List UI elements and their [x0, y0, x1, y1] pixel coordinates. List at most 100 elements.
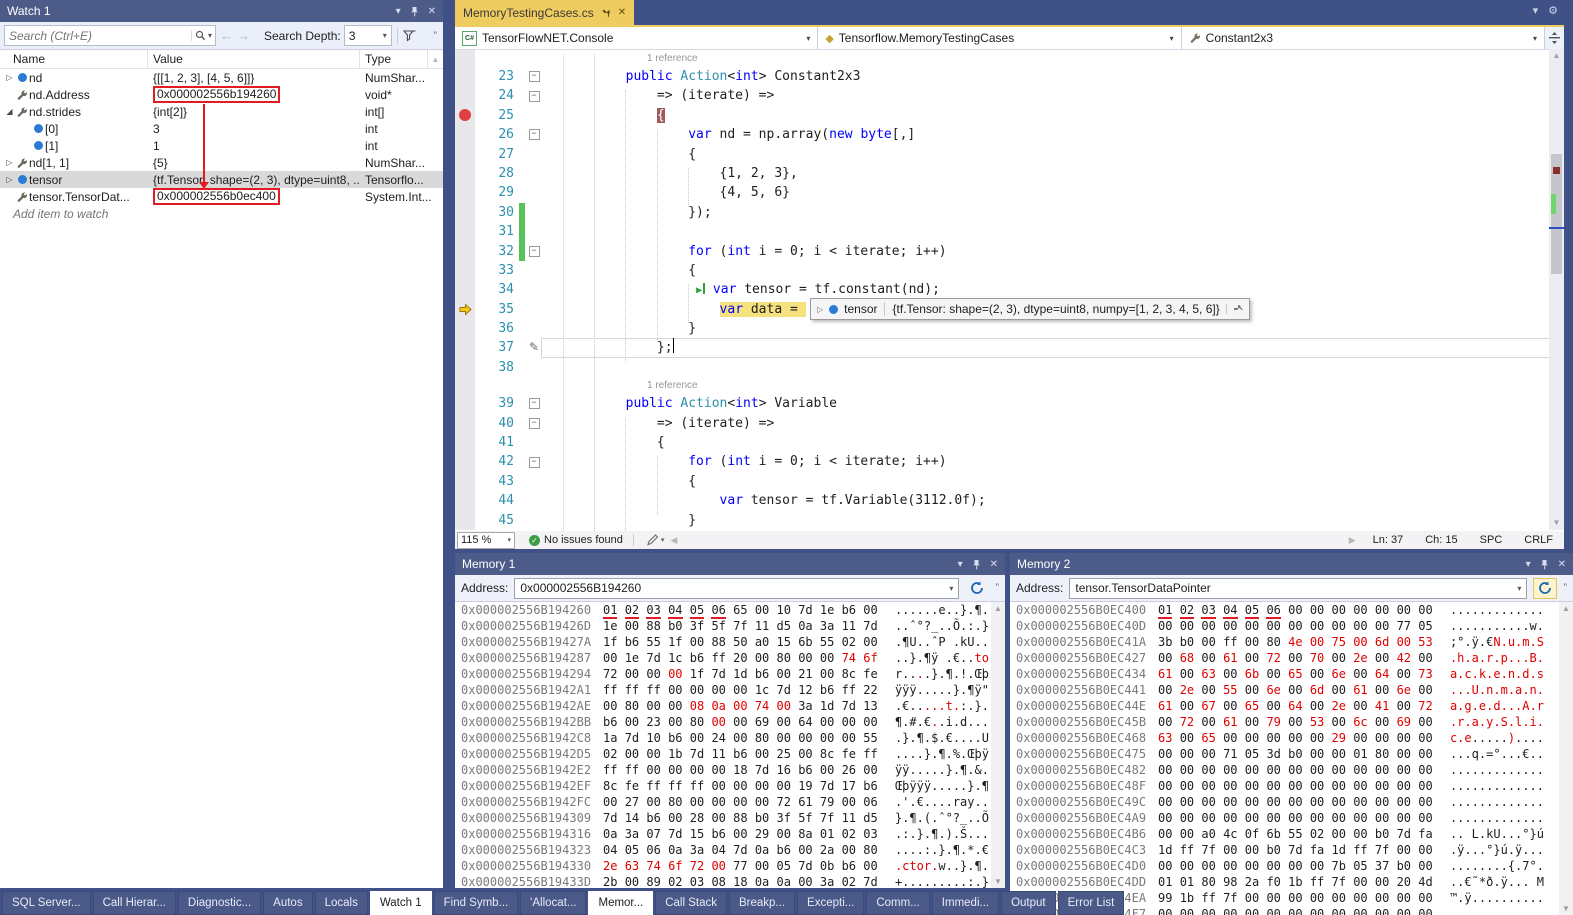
memory-row[interactable]: 0x000002556B1943302e 63 74 6f 72 00 77 0… — [455, 858, 1005, 874]
tab-list-icon[interactable]: ▾ — [1533, 4, 1539, 17]
breakpoint-margin[interactable] — [455, 222, 475, 241]
run-to-click-icon[interactable]: ▶ — [696, 285, 705, 296]
code-line-41[interactable]: 41 { — [455, 433, 1564, 452]
memory-row[interactable]: 0x000002556B1942FC00 27 00 80 00 00 00 0… — [455, 794, 1005, 810]
watch-search-box[interactable]: ▾ — [4, 25, 216, 46]
memory-bytes[interactable]: ff ff 00 00 00 00 18 7d 16 b6 00 26 00 — [603, 762, 885, 778]
memory-bytes[interactable]: 01 01 80 98 2a f0 1b ff 7f 00 00 20 4d — [1158, 874, 1440, 890]
watch-value[interactable]: {tf.Tensor: shape=(2, 3), dtype=uint8, .… — [153, 173, 360, 187]
memory-bytes[interactable]: 00 72 00 61 00 79 00 53 00 6c 00 69 00 — [1158, 714, 1440, 730]
memory1-scrollbar[interactable]: ▲▼ — [991, 602, 1005, 888]
breakpoint-margin[interactable] — [455, 414, 475, 433]
memory-row[interactable]: 0x000002556B19428700 1e 7d 1c b6 ff 20 0… — [455, 650, 1005, 666]
pin-icon[interactable] — [410, 6, 419, 17]
watch-value[interactable]: 0x000002556b0ec400 — [153, 188, 280, 205]
breakpoint-margin[interactable] — [455, 86, 475, 105]
memory-row[interactable]: 0x000002556B0EC44E61 00 67 00 65 00 64 0… — [1010, 698, 1573, 714]
memory-bytes[interactable]: 8c fe ff ff ff 00 00 00 00 19 7d 17 b6 — [603, 778, 885, 794]
expander-icon[interactable]: ▷ — [4, 158, 15, 167]
breakpoint-margin[interactable] — [455, 452, 475, 471]
watch-value[interactable]: {int[2]} — [153, 105, 187, 119]
memory-bytes[interactable]: 72 00 00 00 1f 7d 1d b6 00 21 00 8c fe — [603, 666, 885, 682]
vertical-scrollbar[interactable]: ▲ ▼ — [1549, 49, 1564, 530]
memory-bytes[interactable]: 3b b0 00 ff 00 80 4e 00 75 00 6d 00 53 — [1158, 634, 1440, 650]
breakpoint-margin[interactable] — [455, 377, 475, 394]
memory-row[interactable]: 0x000002556B0EC40001 02 03 04 05 06 00 0… — [1010, 602, 1573, 618]
outlining-margin[interactable]: − — [527, 394, 541, 413]
watch-value[interactable]: 1 — [153, 139, 160, 153]
breakpoint-margin[interactable] — [455, 472, 475, 491]
gear-icon[interactable]: ⚙ — [1548, 4, 1558, 17]
breakpoint-margin[interactable] — [455, 183, 475, 202]
code-line-45[interactable]: 45 } — [455, 511, 1564, 530]
close-icon[interactable]: ✕ — [990, 559, 998, 570]
refresh-icon[interactable] — [965, 578, 989, 599]
outlining-margin[interactable]: − — [527, 414, 541, 433]
outlining-margin[interactable] — [527, 106, 541, 125]
memory-bytes[interactable]: 00 27 00 80 00 00 00 00 72 61 79 00 06 — [603, 794, 885, 810]
memory-row[interactable]: 0x000002556B0EC43461 00 63 00 6b 00 65 0… — [1010, 666, 1573, 682]
breakpoint-margin[interactable] — [455, 67, 475, 86]
toolbar-overflow-icon[interactable]: ” — [433, 30, 439, 42]
outlining-margin[interactable] — [527, 358, 541, 377]
close-icon[interactable]: ✕ — [428, 6, 436, 17]
expander-icon[interactable]: ▷ — [4, 175, 15, 184]
memory-bytes[interactable]: 00 00 a0 4c 0f 6b 55 02 00 00 b0 7d fa — [1158, 826, 1440, 842]
code-line-43[interactable]: 43 { — [455, 472, 1564, 491]
document-tab[interactable]: MemoryTestingCases.cs ✕ — [455, 0, 634, 25]
memory-row[interactable]: 0x000002556B0EC4DD01 01 80 98 2a f0 1b f… — [1010, 874, 1573, 890]
memory-row[interactable]: 0x000002556B0EC4B600 00 a0 4c 0f 6b 55 0… — [1010, 826, 1573, 842]
memory-bytes[interactable]: 7d 14 b6 00 28 00 88 b0 3f 5f 7f 11 d5 — [603, 810, 885, 826]
memory-row[interactable]: 0x000002556B19427A1f b6 55 1f 00 88 50 a… — [455, 634, 1005, 650]
memory-row[interactable]: 0x000002556B0EC41A3b b0 00 ff 00 80 4e 0… — [1010, 634, 1573, 650]
watch-row[interactable]: ▷nd[1, 1]{5}NumShar... — [0, 154, 443, 171]
watch-row[interactable]: ▷nd{[[1, 2, 3], [4, 5, 6]]}NumShar... — [0, 69, 443, 86]
tool-tab-immedi[interactable]: Immedi... — [932, 891, 999, 915]
memory-bytes[interactable]: 02 00 00 1b 7d 11 b6 00 25 00 8c fe ff — [603, 746, 885, 762]
memory-row[interactable]: 0x000002556B1943097d 14 b6 00 28 00 88 b… — [455, 810, 1005, 826]
watch-value[interactable]: 0x000002556b194260 — [153, 86, 280, 103]
memory-row[interactable]: 0x000002556B0EC4A900 00 00 00 00 00 00 0… — [1010, 810, 1573, 826]
code-line-33[interactable]: 33 { — [455, 261, 1564, 280]
memory-bytes[interactable]: 00 00 00 00 00 00 00 00 00 00 00 00 00 — [1158, 762, 1440, 778]
code-line-38[interactable]: 38 — [455, 358, 1564, 377]
breakpoint-margin[interactable] — [455, 300, 475, 319]
memory1-address-input[interactable]: 0x000002556B194260▾ — [514, 578, 959, 599]
codelens-row[interactable]: 1 reference — [455, 377, 1564, 394]
outlining-margin[interactable] — [527, 164, 541, 183]
memory-bytes[interactable]: 00 00 00 00 00 00 00 00 7b 05 37 b0 00 — [1158, 858, 1440, 874]
column-header-name[interactable]: Name — [0, 50, 148, 68]
memory-row[interactable]: 0x000002556B0EC42700 68 00 61 00 72 00 7… — [1010, 650, 1573, 666]
memory-row[interactable]: 0x000002556B1942E2ff ff 00 00 00 00 18 7… — [455, 762, 1005, 778]
breakpoint-margin[interactable] — [455, 280, 475, 299]
outlining-margin[interactable] — [527, 222, 541, 241]
search-input[interactable] — [5, 29, 191, 43]
outlining-margin[interactable]: − — [527, 86, 541, 105]
memory-row[interactable]: 0x000002556B0EC4D000 00 00 00 00 00 00 0… — [1010, 858, 1573, 874]
code-line-37[interactable]: 37✎ }; — [455, 338, 1564, 357]
debugger-datatip[interactable]: ▷ tensor {tf.Tensor: shape=(2, 3), dtype… — [810, 298, 1250, 320]
memory-row[interactable]: 0x000002556B19426001 02 03 04 05 06 65 0… — [455, 602, 1005, 618]
memory-bytes[interactable]: 00 80 00 00 08 0a 00 74 00 3a 1d 7d 13 — [603, 698, 885, 714]
memory-bytes[interactable]: 01 02 03 04 05 06 00 00 00 00 00 00 00 — [1158, 602, 1440, 618]
memory-bytes[interactable]: 0a 3a 07 7d 15 b6 00 29 00 8a 01 02 03 — [603, 826, 885, 842]
memory-bytes[interactable]: 99 1b ff 7f 00 00 00 00 00 00 00 00 00 — [1158, 890, 1440, 906]
tool-tab-error-list[interactable]: Error List — [1058, 891, 1125, 915]
breakpoint-margin[interactable] — [455, 319, 475, 338]
memory-row[interactable]: 0x000002556B0EC44100 2e 00 55 00 6e 00 6… — [1010, 682, 1573, 698]
window-menu-icon[interactable]: ▾ — [396, 6, 401, 17]
outlining-margin[interactable] — [527, 203, 541, 222]
memory2-address-input[interactable]: tensor.TensorDataPointer▾ — [1069, 578, 1527, 599]
code-line-27[interactable]: 27 { — [455, 145, 1564, 164]
column-header-value[interactable]: Value — [148, 50, 360, 68]
type-dropdown[interactable]: ◆ Tensorflow.MemoryTestingCases ▾ — [818, 27, 1181, 49]
status-line-ending[interactable]: CRLF — [1524, 534, 1553, 546]
breakpoint-margin[interactable] — [455, 106, 475, 125]
tool-tab-breakp[interactable]: Breakp... — [729, 891, 795, 915]
close-icon[interactable]: ✕ — [618, 7, 626, 18]
memory-row[interactable]: 0x000002556B19432304 05 06 0a 3a 04 7d 0… — [455, 842, 1005, 858]
memory-row[interactable]: 0x000002556B0EC4C31d ff 7f 00 00 b0 7d f… — [1010, 842, 1573, 858]
memory-bytes[interactable]: b6 00 23 00 80 00 00 69 00 64 00 00 00 — [603, 714, 885, 730]
memory-bytes[interactable]: 04 05 06 0a 3a 04 7d 0a b6 00 2a 00 80 — [603, 842, 885, 858]
codelens-row[interactable]: 1 reference — [455, 50, 1564, 67]
